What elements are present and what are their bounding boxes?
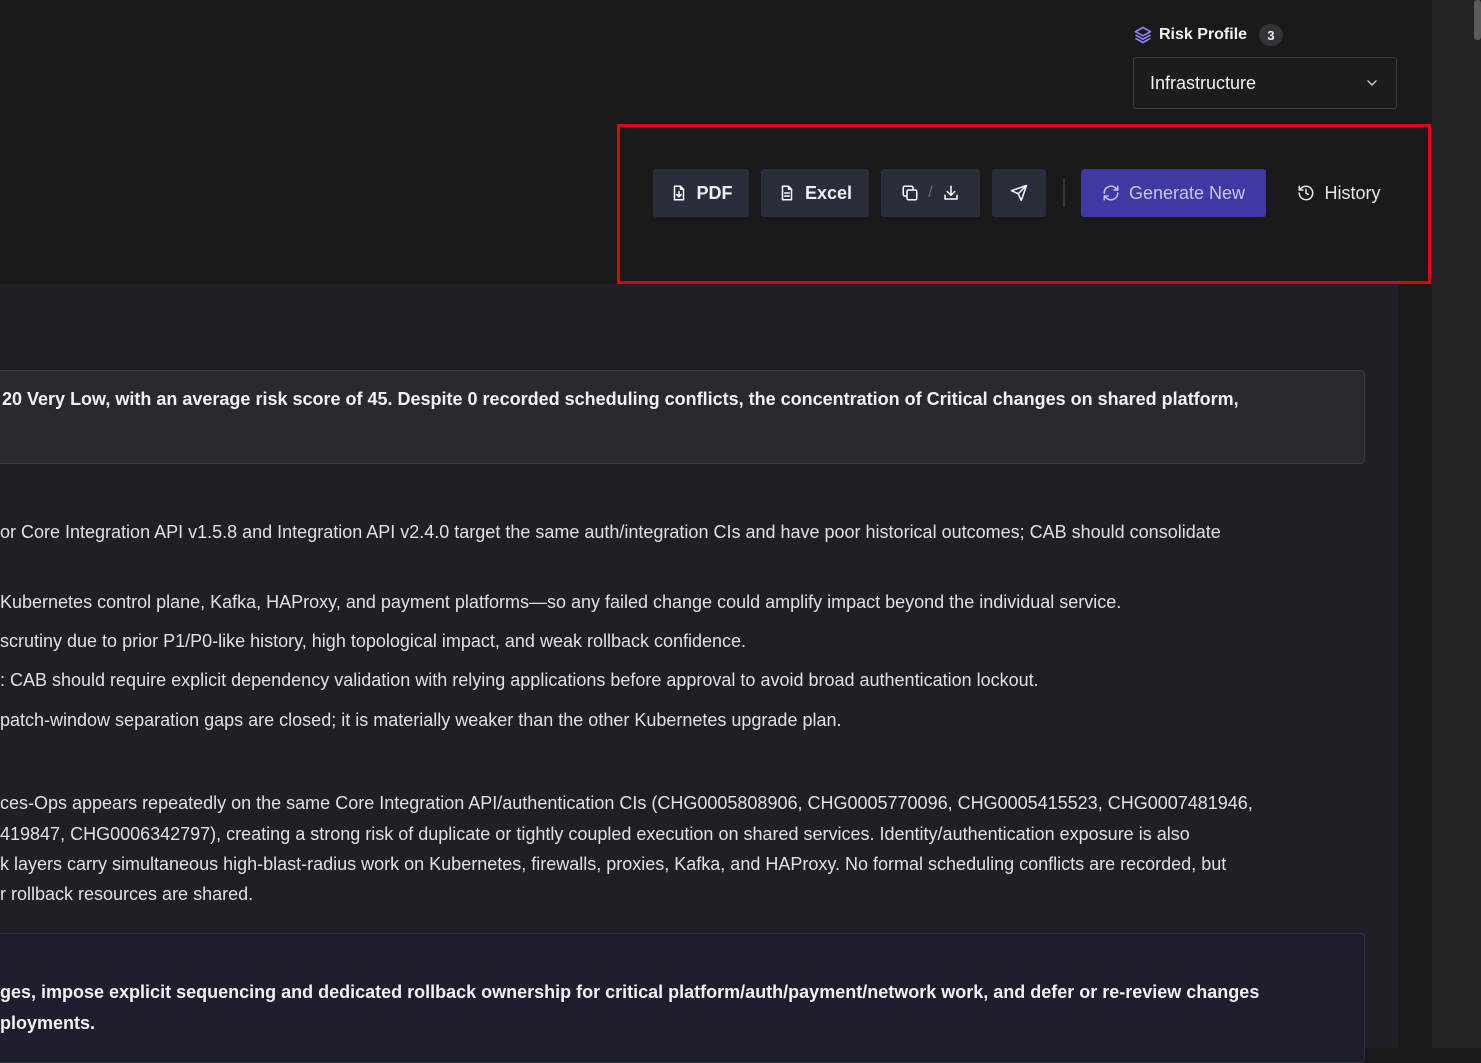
scrollbar-thumb[interactable] <box>1474 0 1481 40</box>
file-download-icon <box>673 185 684 201</box>
copy-download-button[interactable]: / <box>881 169 980 217</box>
scrollbar-track[interactable] <box>1432 0 1481 1048</box>
conflict-line: r rollback resources are shared. <box>0 884 254 904</box>
send-button[interactable] <box>992 169 1046 217</box>
download-icon <box>943 185 958 200</box>
summary-callout <box>0 370 1365 464</box>
toolbar-divider <box>1063 179 1065 207</box>
copy-icon <box>902 185 918 201</box>
finding-line: patch-window separation gaps are closed;… <box>0 710 842 730</box>
conflict-line: k layers carry simultaneous high-blast-r… <box>0 854 1227 874</box>
conflict-line: ces-Ops appears repeatedly on the same C… <box>0 793 1253 813</box>
pdf-label: PDF <box>696 182 733 203</box>
risk-profile-count-badge: 3 <box>1259 24 1284 46</box>
risk-profile-selected-value: Infrastructure <box>1150 72 1257 93</box>
finding-line: Kubernetes control plane, Kafka, HAProxy… <box>0 592 1122 612</box>
risk-profile-label: Risk Profile 3 <box>1133 24 1284 46</box>
generate-new-label: Generate New <box>1128 182 1246 203</box>
finding-line: scrutiny due to prior P1/P0-like history… <box>0 631 747 651</box>
excel-label: Excel <box>804 182 853 203</box>
send-icon <box>1010 184 1028 202</box>
excel-export-button[interactable]: Excel <box>761 169 869 217</box>
copy-download-separator: / <box>928 184 933 201</box>
recommendation-line: ployments. <box>0 1013 96 1033</box>
risk-profile-title: Risk Profile <box>1159 26 1248 43</box>
refresh-icon <box>1103 185 1119 201</box>
history-label: History <box>1324 182 1381 203</box>
summary-text: 20 Very Low, with an average risk score … <box>2 389 1239 409</box>
pdf-export-button[interactable]: PDF <box>653 169 749 217</box>
chevron-down-icon <box>1367 80 1377 86</box>
generate-new-button[interactable]: Generate New <box>1081 169 1266 217</box>
finding-line: or Core Integration API v1.5.8 and Integ… <box>0 522 1221 542</box>
spreadsheet-icon <box>781 185 793 201</box>
history-icon <box>1298 185 1314 201</box>
finding-line: : CAB should require explicit dependency… <box>0 670 1039 690</box>
layers-icon <box>1134 26 1152 44</box>
history-button[interactable]: History <box>1280 169 1398 217</box>
risk-profile-select[interactable]: Infrastructure <box>1133 57 1397 109</box>
conflict-line: 419847, CHG0006342797), creating a stron… <box>0 824 1190 844</box>
recommendation-line: ges, impose explicit sequencing and dedi… <box>0 982 1260 1002</box>
